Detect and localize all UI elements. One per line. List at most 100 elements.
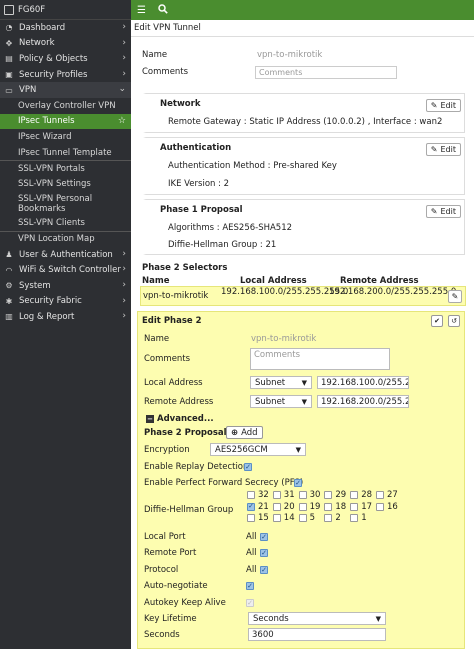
sidebar-item-overlay-controller-vpn[interactable]: Overlay Controller VPN xyxy=(0,98,131,114)
algorithms-text: Algorithms : AES256-SHA512 xyxy=(168,223,293,233)
local-port-checkbox[interactable]: ✓ xyxy=(260,533,268,541)
nav-log-report[interactable]: ▥ Log & Report › xyxy=(0,309,131,325)
check-icon[interactable]: ✔ xyxy=(431,315,443,327)
sidebar-item-vpn-location-map[interactable]: VPN Location Map xyxy=(0,231,131,247)
monitor-icon: ▭ xyxy=(5,85,13,95)
chevron-right-icon: › xyxy=(122,68,126,79)
dh-group-checkbox[interactable] xyxy=(324,502,333,511)
search-icon[interactable] xyxy=(158,3,168,17)
protocol-value: All xyxy=(246,565,257,575)
add-label: Add xyxy=(241,427,258,438)
network-icon: ✥ xyxy=(5,38,13,48)
p2-comments-input[interactable]: Comments xyxy=(250,348,390,370)
encryption-select[interactable]: AES256GCM ▼ xyxy=(210,443,306,456)
dh-group-checkbox[interactable] xyxy=(350,502,359,511)
encryption-label: Encryption xyxy=(144,445,190,455)
menu-icon[interactable]: ☰ xyxy=(137,5,146,16)
phase1-card: Phase 1 Proposal ✎ Edit Algorithms : AES2… xyxy=(143,199,465,255)
dh-group-checkbox[interactable] xyxy=(324,491,333,499)
sidebar-item-ssl-vpn-personal-bookmarks[interactable]: SSL-VPN Personal Bookmarks xyxy=(0,192,120,216)
nav-security-fabric[interactable]: ✱ Security Fabric › xyxy=(0,294,131,310)
remote-address-input[interactable]: 192.168.200.0/255.255.255.0 xyxy=(317,395,409,408)
remote-type-select[interactable]: Subnet ▼ xyxy=(250,395,312,408)
p2-name-label: Name xyxy=(144,334,170,344)
nav-label: User & Authentication xyxy=(19,249,113,260)
sidebar-item-ssl-vpn-settings[interactable]: SSL-VPN Settings xyxy=(0,176,131,192)
star-icon[interactable]: ☆ xyxy=(118,116,126,126)
nav-wifi[interactable]: ◠ WiFi & Switch Controller › xyxy=(0,262,131,278)
nav-dashboard[interactable]: ◔ Dashboard › xyxy=(0,20,131,36)
seconds-label: Seconds xyxy=(144,630,180,640)
table-row[interactable]: vpn-to-mikrotik 192.168.100.0/255.255.25… xyxy=(140,286,466,306)
dh-group-number: 31 xyxy=(283,490,295,500)
authentication-edit-button[interactable]: ✎ Edit xyxy=(425,143,461,156)
pencil-icon: ✎ xyxy=(430,207,438,216)
column-header-remote: Remote Address xyxy=(340,276,419,286)
seconds-input[interactable]: 3600 xyxy=(248,628,386,641)
row-name: vpn-to-mikrotik xyxy=(143,291,209,301)
pencil-icon[interactable]: ✎ xyxy=(448,290,462,303)
phase1-edit-button[interactable]: ✎ Edit xyxy=(425,205,461,218)
nav-system[interactable]: ⚙ System › xyxy=(0,278,131,294)
dh-group-checkbox[interactable] xyxy=(376,502,384,511)
sidebar-item-ipsec-wizard[interactable]: IPsec Wizard xyxy=(0,129,131,145)
local-address-input[interactable]: 192.168.100.0/255.255.255.0 xyxy=(317,376,409,389)
dh-group-checkbox[interactable]: ✓ xyxy=(247,502,255,511)
dh-group-checkbox[interactable] xyxy=(298,502,307,511)
nav-label: Log & Report xyxy=(19,311,75,322)
key-lifetime-select[interactable]: Seconds ▼ xyxy=(248,612,386,625)
nav-vpn[interactable]: ▭ VPN ⌄ xyxy=(0,82,131,98)
dh-group-checkbox[interactable] xyxy=(350,514,359,522)
nav-security-profiles[interactable]: ▣ Security Profiles › xyxy=(0,67,131,83)
dh-group-checkbox[interactable] xyxy=(376,491,384,499)
nav-network[interactable]: ✥ Network › xyxy=(0,36,131,52)
sidebar-item-label: IPsec Tunnels xyxy=(18,116,75,127)
lock-icon: ▣ xyxy=(5,70,13,80)
protocol-checkbox[interactable]: ✓ xyxy=(260,566,268,574)
local-port-label: Local Port xyxy=(144,532,186,542)
sidebar-item-ipsec-tunnel-template[interactable]: IPsec Tunnel Template xyxy=(0,145,131,161)
local-type-select[interactable]: Subnet ▼ xyxy=(250,376,312,389)
chevron-right-icon: › xyxy=(122,264,126,275)
page-title: Edit VPN Tunnel xyxy=(131,20,474,37)
sidebar-item-ssl-vpn-portals[interactable]: SSL-VPN Portals xyxy=(0,160,131,176)
autoneg-checkbox[interactable]: ✓ xyxy=(246,582,254,590)
chevron-down-icon: ▼ xyxy=(375,614,381,623)
dh-group-number: 2 xyxy=(335,513,341,523)
undo-icon[interactable]: ↺ xyxy=(448,315,460,327)
dh-group-checkbox[interactable] xyxy=(324,514,333,522)
chevron-down-icon: ▼ xyxy=(301,378,307,387)
nav-user-auth[interactable]: ♟ User & Authentication › xyxy=(0,247,131,263)
select-value: Subnet xyxy=(255,377,286,388)
device-header[interactable]: FG60F xyxy=(0,0,131,20)
dh-group-number: 29 xyxy=(335,490,347,500)
edit-phase2-title: Edit Phase 2 xyxy=(142,316,202,326)
replay-checkbox[interactable]: ✓ xyxy=(244,463,252,471)
phase2-proposal-label: Phase 2 Proposal xyxy=(144,428,227,438)
network-edit-button[interactable]: ✎ Edit xyxy=(425,99,461,112)
sidebar-item-ipsec-tunnels[interactable]: IPsec Tunnels ☆ xyxy=(0,113,131,130)
dh-group-checkbox[interactable] xyxy=(298,491,307,499)
edit-label: Edit xyxy=(440,207,457,216)
comments-input[interactable]: Comments xyxy=(255,66,397,79)
name-value: vpn-to-mikrotik xyxy=(257,50,323,60)
dh-group-checkbox[interactable] xyxy=(247,491,255,499)
pfs-checkbox[interactable]: ✓ xyxy=(294,479,302,487)
dh-group-checkbox[interactable] xyxy=(350,491,359,499)
remote-port-checkbox[interactable]: ✓ xyxy=(260,549,268,557)
add-proposal-button[interactable]: ⊕ Add xyxy=(226,426,263,439)
device-icon xyxy=(4,4,14,15)
dh-group-checkbox[interactable] xyxy=(272,491,281,499)
dh-group-checkbox[interactable] xyxy=(247,514,255,522)
advanced-toggle[interactable]: − Advanced... xyxy=(146,414,214,424)
sidebar-item-ssl-vpn-clients[interactable]: SSL-VPN Clients xyxy=(0,216,131,232)
dh-group-checkbox[interactable] xyxy=(298,514,307,522)
keepalive-checkbox[interactable]: ✓ xyxy=(246,599,254,607)
dh-group-label: Diffie-Hellman Group xyxy=(144,505,234,515)
nav-policy[interactable]: ▤ Policy & Objects › xyxy=(0,51,131,67)
nav-label: WiFi & Switch Controller xyxy=(19,265,121,276)
sidebar: FG60F ◔ Dashboard › ✥ Network › ▤ Policy & Ob… xyxy=(0,0,131,649)
dh-group-checkbox[interactable] xyxy=(272,502,281,511)
dh-group-checkbox[interactable] xyxy=(272,514,281,522)
chevron-down-icon: ▼ xyxy=(295,445,301,454)
